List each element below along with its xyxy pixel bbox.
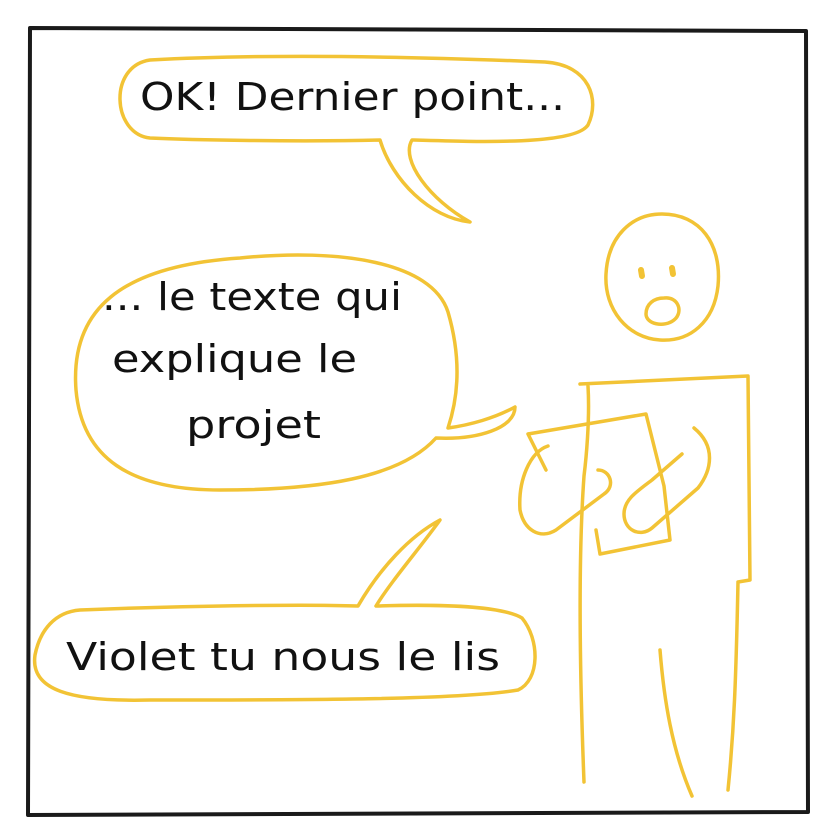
character-mouth bbox=[644, 296, 681, 326]
character-body bbox=[578, 374, 752, 798]
speech-bubble-1-line-1: OK! Dernier point... bbox=[140, 75, 565, 119]
character-eye-left bbox=[638, 267, 645, 279]
character-arm-left bbox=[518, 444, 613, 536]
comic-panel: OK! Dernier point... ... le texte qui ex… bbox=[26, 26, 810, 817]
speech-bubble-1: OK! Dernier point... bbox=[118, 54, 595, 224]
character-eye-right bbox=[669, 265, 676, 277]
speech-bubble-3-line-1: Violet tu nous le lis bbox=[66, 635, 500, 679]
speech-bubble-2-line-1: ... le texte qui bbox=[102, 275, 402, 319]
speech-bubble-3: Violet tu nous le lis bbox=[32, 518, 537, 702]
speech-bubble-2-line-2: explique le bbox=[112, 337, 357, 381]
speech-bubble-2: ... le texte qui explique le projet bbox=[73, 253, 517, 492]
character-head bbox=[604, 212, 721, 342]
character-figure bbox=[518, 212, 752, 798]
character-arm-right bbox=[622, 426, 712, 535]
speech-bubble-2-line-3: projet bbox=[186, 403, 321, 447]
